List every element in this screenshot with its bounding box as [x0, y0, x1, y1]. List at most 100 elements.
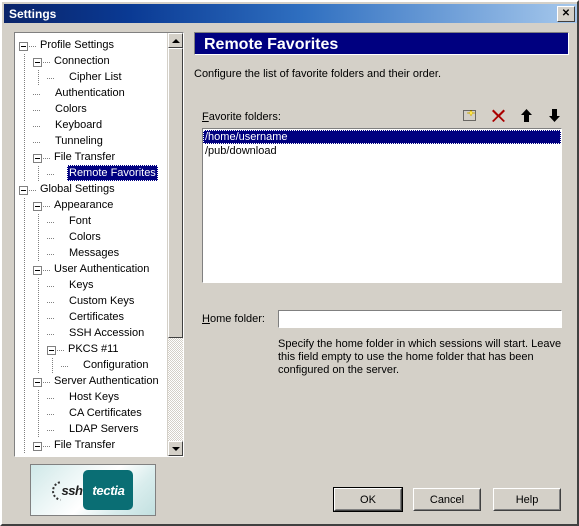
- tree-guide-line: [38, 246, 39, 262]
- tree-item-label: SSH Accession: [69, 327, 145, 339]
- logo-tectia-word: tectia: [83, 470, 134, 510]
- page-title: Remote Favorites: [194, 32, 569, 55]
- tree-item-pkcs-11[interactable]: PKCS #11: [15, 342, 168, 358]
- tree-item-label: Connection: [54, 55, 110, 67]
- tree-connector: [43, 153, 52, 164]
- tree-collapse-icon[interactable]: [19, 185, 28, 195]
- help-button[interactable]: Help: [493, 488, 561, 511]
- tree-item-label: Remote Favorites: [67, 165, 158, 181]
- tree-connector: [47, 249, 67, 260]
- tree-collapse-icon[interactable]: [33, 201, 42, 211]
- home-folder-label-rest: ome folder:: [209, 313, 265, 325]
- close-glyph: ✕: [561, 8, 571, 19]
- tree-item-label: Global Settings: [40, 183, 115, 195]
- ok-button[interactable]: OK: [333, 487, 403, 512]
- title-bar[interactable]: Settings ✕: [4, 4, 577, 23]
- tree-item-keyboard[interactable]: Keyboard: [15, 118, 168, 134]
- scroll-up-arrow-icon[interactable]: [168, 33, 183, 48]
- new-folder-icon[interactable]: [462, 107, 478, 123]
- tree-item-label: CA Certificates: [69, 407, 142, 419]
- tree-item-remote-favorites[interactable]: Remote Favorites: [15, 165, 168, 182]
- move-up-icon[interactable]: [518, 107, 534, 123]
- tree-item-font[interactable]: Font: [15, 214, 168, 230]
- tree-guide-line: [38, 294, 39, 310]
- tree-guide-line: [24, 70, 25, 86]
- cancel-button[interactable]: Cancel: [413, 488, 481, 511]
- tree-item-ca-certificates[interactable]: CA Certificates: [15, 406, 168, 422]
- tree-connector: [47, 73, 67, 84]
- tree-guide-line: [38, 166, 39, 182]
- tree-item-colors[interactable]: Colors: [15, 230, 168, 246]
- scrollbar-thumb[interactable]: [168, 48, 183, 338]
- down-arrow-glyph: [171, 446, 180, 451]
- settings-dialog: Settings ✕ Profile Settings Connection Cip…: [0, 0, 579, 526]
- tree-item-label: Server Authentication: [54, 375, 159, 387]
- tree-item-cipher-list[interactable]: Cipher List: [15, 70, 168, 86]
- help-button-label: Help: [515, 493, 539, 506]
- close-icon[interactable]: ✕: [557, 6, 575, 22]
- tree-item-messages[interactable]: Messages: [15, 246, 168, 262]
- tree-guide-line: [38, 278, 39, 294]
- tree-guide-line: [24, 310, 25, 326]
- tree-collapse-icon[interactable]: [33, 265, 42, 275]
- tree-item-ldap-servers[interactable]: LDAP Servers: [15, 422, 168, 438]
- tree-connector: [33, 137, 53, 148]
- tree-item-file-transfer[interactable]: File Transfer: [15, 150, 168, 166]
- tree-collapse-icon[interactable]: [33, 441, 42, 451]
- tree-collapse-icon[interactable]: [33, 153, 42, 163]
- tree-collapse-icon[interactable]: [47, 345, 56, 355]
- tree-item-colors[interactable]: Colors: [15, 102, 168, 118]
- tree-item-connection[interactable]: Connection: [15, 54, 168, 70]
- tree-guide-line: [24, 358, 25, 374]
- tree-connector: [29, 41, 38, 52]
- tree-connector: [47, 297, 67, 308]
- tree-collapse-icon[interactable]: [33, 377, 42, 387]
- delete-icon[interactable]: [490, 107, 506, 123]
- tree-scrollbar[interactable]: [167, 33, 183, 456]
- logo-contents: ssh tectia: [31, 465, 155, 515]
- tree-connector: [43, 57, 52, 68]
- tree-item-keys[interactable]: Keys: [15, 278, 168, 294]
- tree-item-custom-keys[interactable]: Custom Keys: [15, 294, 168, 310]
- tree-guide-line: [24, 102, 25, 118]
- list-item[interactable]: /pub/download: [203, 144, 561, 158]
- tree-item-file-transfer[interactable]: File Transfer: [15, 438, 168, 454]
- scroll-down-arrow-icon[interactable]: [168, 441, 183, 456]
- tree-connector: [47, 233, 67, 244]
- tree-item-host-keys[interactable]: Host Keys: [15, 390, 168, 406]
- tree-item-appearance[interactable]: Appearance: [15, 198, 168, 214]
- home-folder-input[interactable]: [278, 310, 562, 328]
- move-down-icon[interactable]: [546, 107, 562, 123]
- settings-tree[interactable]: Profile Settings Connection Cipher List Aut…: [14, 32, 184, 457]
- tree-guide-line: [38, 422, 39, 438]
- tree-guide-line: [24, 342, 25, 358]
- tree-item-profile-settings[interactable]: Profile Settings: [15, 38, 168, 54]
- tree-guide-line: [24, 54, 25, 70]
- tree-item-ssh-accession[interactable]: SSH Accession: [15, 326, 168, 342]
- settings-page: Remote Favorites Configure the list of f…: [194, 32, 569, 457]
- tree-connector: [33, 105, 53, 116]
- favorite-folders-list[interactable]: /home/username/pub/download: [202, 128, 562, 283]
- tree-collapse-icon[interactable]: [33, 57, 42, 67]
- tree-item-certificates[interactable]: Certificates: [15, 310, 168, 326]
- tree-item-label: Profile Settings: [40, 39, 114, 51]
- tree-item-label: Configuration: [83, 359, 149, 371]
- page-description: Configure the list of favorite folders a…: [194, 68, 442, 80]
- tree-item-authentication[interactable]: Authentication: [15, 86, 168, 102]
- tree-item-label: Cipher List: [69, 71, 122, 83]
- tree-guide-line: [24, 134, 25, 150]
- tree-collapse-icon[interactable]: [19, 41, 28, 51]
- tree-item-label: Messages: [69, 247, 120, 259]
- tree-item-configuration[interactable]: Configuration: [15, 358, 168, 374]
- list-item[interactable]: /home/username: [203, 130, 561, 144]
- list-item-label: /pub/download: [205, 145, 277, 157]
- tree-item-user-authentication[interactable]: User Authentication: [15, 262, 168, 278]
- favorite-folders-label: Favorite folders:: [202, 111, 281, 123]
- tree-item-server-authentication[interactable]: Server Authentication: [15, 374, 168, 390]
- tree-item-tunneling[interactable]: Tunneling: [15, 134, 168, 150]
- tree-item-global-settings[interactable]: Global Settings: [15, 182, 168, 198]
- ok-button-label: OK: [360, 493, 376, 506]
- tree-connector: [47, 425, 67, 436]
- up-arrow-glyph: [520, 108, 532, 122]
- tree-item-label: Authentication: [55, 87, 125, 99]
